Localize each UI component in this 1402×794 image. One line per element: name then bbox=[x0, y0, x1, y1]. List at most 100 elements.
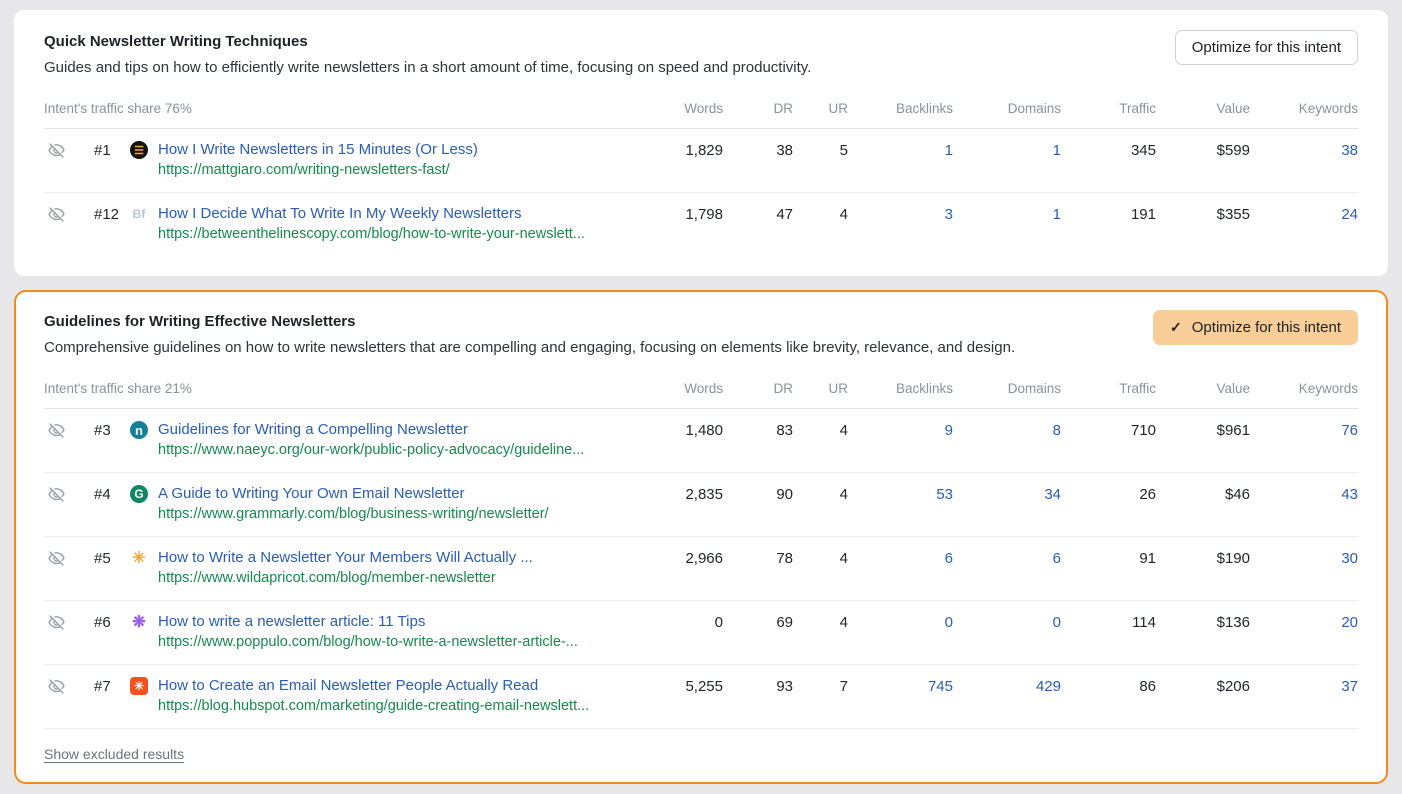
grammarly-favicon: G bbox=[130, 485, 148, 503]
hide-result-button[interactable] bbox=[44, 420, 82, 439]
result-title-link[interactable]: How to Write a Newsletter Your Members W… bbox=[158, 548, 533, 567]
result-title-link[interactable]: Guidelines for Writing a Compelling News… bbox=[158, 420, 584, 439]
traffic-value: 345 bbox=[1061, 140, 1156, 159]
eye-off-icon bbox=[48, 486, 82, 503]
hide-result-button[interactable] bbox=[44, 676, 82, 695]
traffic-value: 86 bbox=[1061, 676, 1156, 695]
rank-label: #3 bbox=[82, 420, 130, 439]
optimize-button[interactable]: Optimize for this intent bbox=[1175, 30, 1358, 65]
result-url-link[interactable]: https://www.poppulo.com/blog/how-to-writ… bbox=[158, 633, 578, 652]
intent-description: Comprehensive guidelines on how to write… bbox=[44, 339, 1015, 356]
result-row: #6 ❋ How to write a newsletter article: … bbox=[44, 601, 1358, 665]
check-icon: ✓ bbox=[1170, 319, 1182, 336]
words-value: 2,835 bbox=[643, 484, 723, 503]
result-title-lines: Guidelines for Writing a Compelling News… bbox=[158, 420, 584, 460]
keywords-link[interactable]: 76 bbox=[1250, 420, 1358, 439]
result-row: #5 ✳ How to Write a Newsletter Your Memb… bbox=[44, 537, 1358, 601]
eye-off-icon bbox=[48, 206, 82, 223]
column-words: Words bbox=[643, 381, 723, 396]
backlinks-link[interactable]: 1 bbox=[848, 140, 953, 159]
domains-link[interactable]: 8 bbox=[953, 420, 1061, 439]
intent-title: Quick Newsletter Writing Techniques bbox=[44, 33, 811, 50]
column-backlinks: Backlinks bbox=[848, 101, 953, 116]
result-title-cell: ✳ How to Write a Newsletter Your Members… bbox=[130, 548, 643, 588]
result-title-link[interactable]: How to Create an Email Newsletter People… bbox=[158, 676, 589, 695]
ur-value: 4 bbox=[793, 548, 848, 567]
column-ur: UR bbox=[793, 101, 848, 116]
result-title-lines: How to Create an Email Newsletter People… bbox=[158, 676, 589, 716]
hide-result-button[interactable] bbox=[44, 140, 82, 159]
result-title-link[interactable]: How to write a newsletter article: 11 Ti… bbox=[158, 612, 578, 631]
value-value: $206 bbox=[1156, 676, 1250, 695]
result-url-link[interactable]: https://blog.hubspot.com/marketing/guide… bbox=[158, 697, 589, 716]
column-domains: Domains bbox=[953, 101, 1061, 116]
hubspot-favicon: ✳ bbox=[130, 677, 148, 695]
column-keywords: Keywords bbox=[1250, 101, 1358, 116]
value-value: $355 bbox=[1156, 204, 1250, 223]
words-value: 5,255 bbox=[643, 676, 723, 695]
result-url-link[interactable]: https://www.naeyc.org/our-work/public-po… bbox=[158, 441, 584, 460]
backlinks-link[interactable]: 3 bbox=[848, 204, 953, 223]
hide-result-button[interactable] bbox=[44, 204, 82, 223]
backlinks-link[interactable]: 9 bbox=[848, 420, 953, 439]
backlinks-link[interactable]: 0 bbox=[848, 612, 953, 631]
column-traffic: Traffic bbox=[1061, 381, 1156, 396]
rank-label: #1 bbox=[82, 140, 130, 159]
column-value: Value bbox=[1156, 381, 1250, 396]
keywords-link[interactable]: 38 bbox=[1250, 140, 1358, 159]
intent-card-guidelines-newsletter: Guidelines for Writing Effective Newslet… bbox=[14, 290, 1388, 784]
card-header-text: Quick Newsletter Writing Techniques Guid… bbox=[44, 26, 811, 76]
result-title-lines: How to write a newsletter article: 11 Ti… bbox=[158, 612, 578, 652]
domains-link[interactable]: 34 bbox=[953, 484, 1061, 503]
domains-link[interactable]: 0 bbox=[953, 612, 1061, 631]
result-row: #4 G A Guide to Writing Your Own Email N… bbox=[44, 473, 1358, 537]
keywords-link[interactable]: 24 bbox=[1250, 204, 1358, 223]
value-value: $136 bbox=[1156, 612, 1250, 631]
backlinks-link[interactable]: 53 bbox=[848, 484, 953, 503]
value-value: $961 bbox=[1156, 420, 1250, 439]
result-title-link[interactable]: A Guide to Writing Your Own Email Newsle… bbox=[158, 484, 549, 503]
result-url-link[interactable]: https://www.wildapricot.com/blog/member-… bbox=[158, 569, 533, 588]
result-title-link[interactable]: How I Write Newsletters in 15 Minutes (O… bbox=[158, 140, 478, 159]
keywords-link[interactable]: 20 bbox=[1250, 612, 1358, 631]
result-title-cell: ❋ How to write a newsletter article: 11 … bbox=[130, 612, 643, 652]
traffic-value: 710 bbox=[1061, 420, 1156, 439]
optimize-button-selected[interactable]: ✓ Optimize for this intent bbox=[1153, 310, 1358, 345]
dr-value: 38 bbox=[723, 140, 793, 159]
hide-result-button[interactable] bbox=[44, 612, 82, 631]
optimize-button-label: Optimize for this intent bbox=[1192, 319, 1341, 336]
backlinks-link[interactable]: 745 bbox=[848, 676, 953, 695]
hide-result-button[interactable] bbox=[44, 484, 82, 503]
result-title-link[interactable]: How I Decide What To Write In My Weekly … bbox=[158, 204, 585, 223]
domains-link[interactable]: 1 bbox=[953, 140, 1061, 159]
traffic-share-label: Intent's traffic share 21% bbox=[44, 381, 643, 396]
intent-card-quick-newsletter: Quick Newsletter Writing Techniques Guid… bbox=[14, 10, 1388, 276]
betweenthelinescopy-favicon: Bf bbox=[130, 205, 148, 223]
result-row: #12 Bf How I Decide What To Write In My … bbox=[44, 193, 1358, 256]
column-keywords: Keywords bbox=[1250, 381, 1358, 396]
show-excluded-results-link[interactable]: Show excluded results bbox=[44, 746, 184, 762]
wildapricot-favicon: ✳ bbox=[130, 549, 148, 567]
words-value: 1,829 bbox=[643, 140, 723, 159]
hide-result-button[interactable] bbox=[44, 548, 82, 567]
traffic-value: 26 bbox=[1061, 484, 1156, 503]
dr-value: 47 bbox=[723, 204, 793, 223]
poppulo-favicon: ❋ bbox=[130, 613, 148, 631]
column-value: Value bbox=[1156, 101, 1250, 116]
dr-value: 90 bbox=[723, 484, 793, 503]
dr-value: 78 bbox=[723, 548, 793, 567]
result-url-link[interactable]: https://betweenthelinescopy.com/blog/how… bbox=[158, 225, 585, 244]
words-value: 1,798 bbox=[643, 204, 723, 223]
value-value: $599 bbox=[1156, 140, 1250, 159]
column-dr: DR bbox=[723, 381, 793, 396]
domains-link[interactable]: 6 bbox=[953, 548, 1061, 567]
result-url-link[interactable]: https://www.grammarly.com/blog/business-… bbox=[158, 505, 549, 524]
keywords-link[interactable]: 30 bbox=[1250, 548, 1358, 567]
keywords-link[interactable]: 37 bbox=[1250, 676, 1358, 695]
domains-link[interactable]: 1 bbox=[953, 204, 1061, 223]
keywords-link[interactable]: 43 bbox=[1250, 484, 1358, 503]
result-url-link[interactable]: https://mattgiaro.com/writing-newsletter… bbox=[158, 161, 478, 180]
domains-link[interactable]: 429 bbox=[953, 676, 1061, 695]
column-words: Words bbox=[643, 101, 723, 116]
backlinks-link[interactable]: 6 bbox=[848, 548, 953, 567]
